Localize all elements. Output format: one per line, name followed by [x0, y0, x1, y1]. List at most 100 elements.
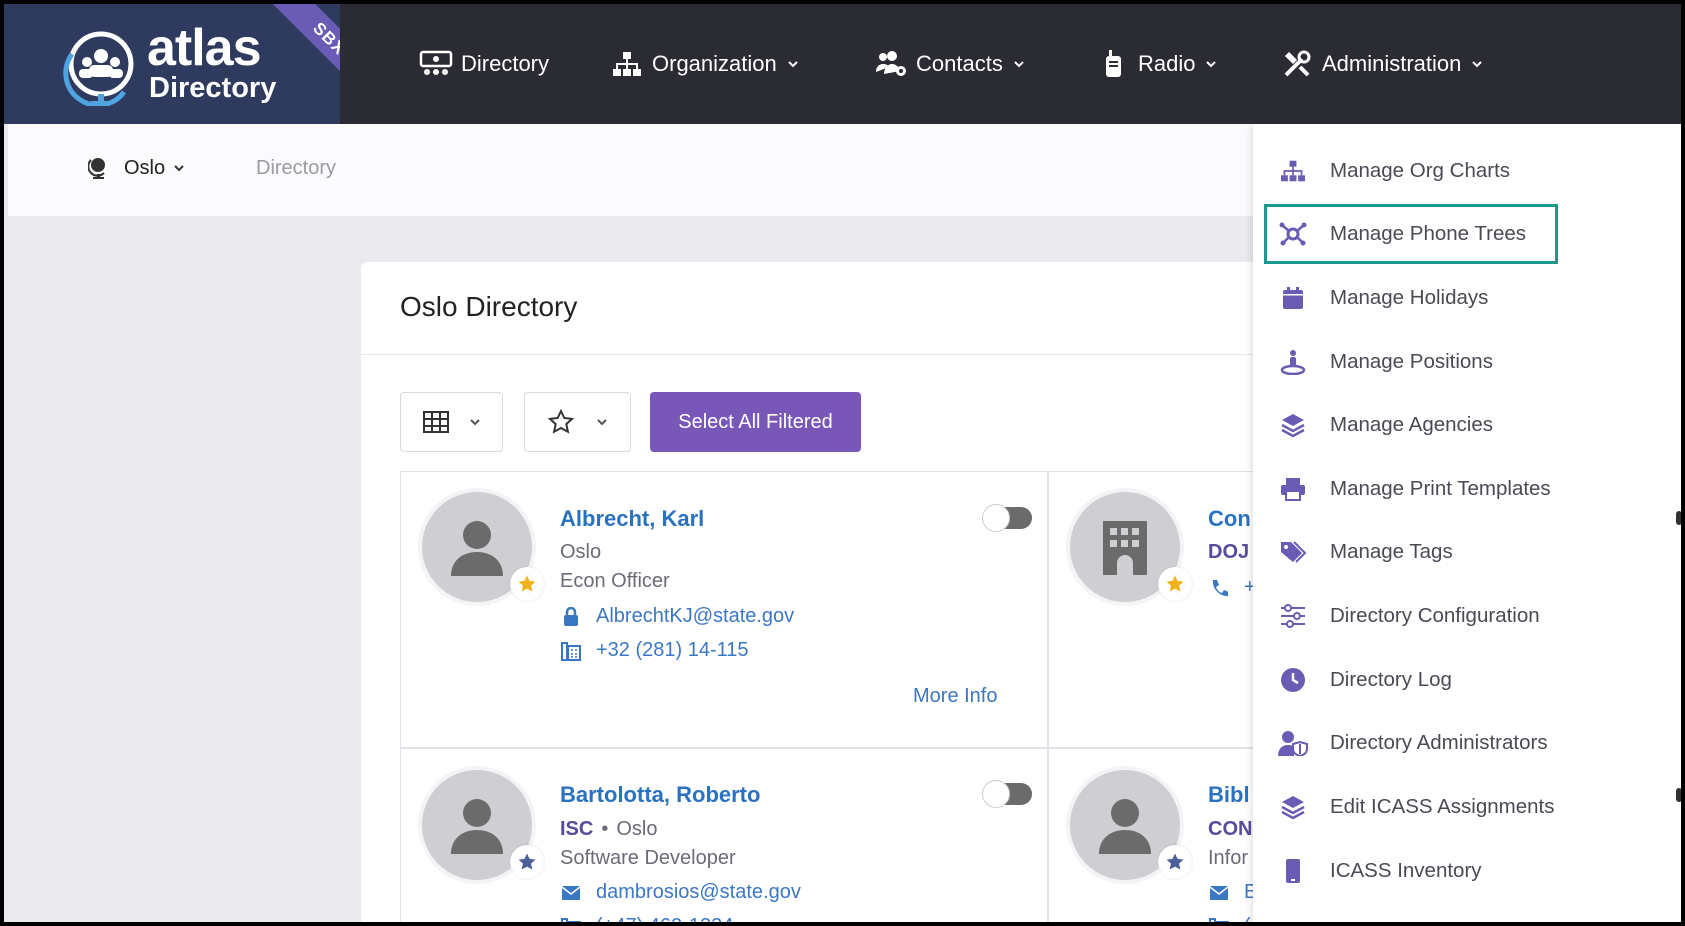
favorite-star-icon[interactable] — [1158, 845, 1192, 879]
fax-phone-icon — [1209, 917, 1229, 922]
app-window: atlas Directory SBX Directory Organizati… — [0, 0, 1685, 926]
top-navbar: atlas Directory SBX Directory Organizati… — [4, 4, 1681, 124]
fax-phone-icon — [561, 917, 581, 922]
favorite-star-icon[interactable] — [510, 845, 544, 879]
more-info-link[interactable]: More Info — [913, 685, 997, 708]
nav-label: Contacts — [916, 51, 1003, 76]
favorite-star-icon[interactable] — [510, 567, 544, 601]
contact-title: Econ Officer — [560, 570, 670, 592]
contact-email-link[interactable]: E — [1208, 881, 1257, 904]
nav-directory[interactable]: Directory — [419, 44, 549, 84]
carousel-next-icon[interactable] — [1676, 788, 1681, 802]
menu-item-label: Manage Positions — [1330, 350, 1493, 373]
nav-label: Directory — [461, 51, 550, 76]
contact-org: CON — [1208, 818, 1253, 840]
select-toggle[interactable] — [982, 504, 1032, 532]
menu-item-manage-positions[interactable]: Manage Positions — [1276, 336, 1493, 388]
envelope-icon — [561, 885, 581, 900]
chevron-down-icon — [1014, 61, 1024, 68]
contact-name[interactable]: Bibl — [1208, 782, 1250, 808]
contact-phone: (+47) 462-1234 — [596, 915, 734, 926]
org-chart-icon — [1281, 160, 1305, 182]
star-outline-icon — [547, 409, 574, 434]
menu-item-label: Manage Org Charts — [1330, 159, 1511, 182]
directory-icon — [419, 49, 453, 79]
contact-title: Software Developer — [560, 847, 736, 869]
menu-item-manage-tags[interactable]: Manage Tags — [1276, 526, 1453, 578]
printer-icon — [1281, 478, 1305, 501]
menu-item-label: Manage Print Templates — [1330, 477, 1551, 500]
brand-subtitle: Directory — [149, 72, 277, 104]
clock-icon — [1281, 668, 1305, 692]
menu-item-label: ICASS Inventory — [1330, 859, 1482, 882]
nav-contacts[interactable]: Contacts — [874, 44, 1025, 84]
nav-administration[interactable]: Administration — [1280, 44, 1483, 84]
menu-item-manage-holidays[interactable]: Manage Holidays — [1276, 272, 1488, 324]
contact-email-link[interactable]: AlbrechtKJ@state.gov — [560, 605, 794, 628]
contact-location: Oslo — [616, 818, 658, 840]
chevron-down-icon — [1206, 61, 1217, 68]
select-toggle[interactable] — [982, 780, 1032, 808]
contact-org-location: ISC • Oslo — [560, 818, 658, 840]
menu-item-label: Directory Configuration — [1330, 604, 1540, 627]
phone-tree-icon — [1279, 222, 1307, 246]
contact-phone-link[interactable]: (+47) 462-1234 — [560, 915, 734, 926]
contact-phone-link[interactable]: +32 (281) 14-115 — [560, 639, 749, 662]
contact-org: ISC — [560, 818, 594, 840]
contact-email-link[interactable]: dambrosios@state.gov — [560, 881, 801, 904]
select-all-filtered-button[interactable]: Select All Filtered — [650, 392, 861, 452]
view-mode-dropdown[interactable] — [400, 392, 503, 452]
chevron-down-icon — [469, 419, 480, 426]
nav-radio[interactable]: Radio — [1096, 44, 1217, 84]
position-icon — [1280, 350, 1306, 375]
contacts-icon — [874, 49, 908, 79]
location-selector[interactable]: Oslo — [88, 156, 185, 180]
toggle-knob — [982, 780, 1010, 808]
envelope-icon — [1209, 885, 1229, 900]
menu-item-manage-phone-trees[interactable]: Manage Phone Trees — [1276, 208, 1526, 260]
user-shield-icon — [1278, 731, 1308, 756]
menu-item-manage-print-templates[interactable]: Manage Print Templates — [1276, 463, 1551, 515]
chevron-down-icon — [788, 61, 798, 68]
menu-item-edit-icass-assignments[interactable]: Edit ICASS Assignments — [1276, 781, 1554, 833]
environment-badge: SBX — [265, 4, 340, 103]
brand-logo-area[interactable]: atlas Directory SBX — [4, 4, 340, 124]
nav-organization[interactable]: Organization — [610, 44, 799, 84]
fax-phone-icon — [561, 641, 581, 661]
brand-name: atlas — [147, 19, 262, 77]
breadcrumb-current: Directory — [256, 157, 337, 179]
contact-name[interactable]: Albrecht, Karl — [560, 506, 704, 532]
toggle-knob — [982, 504, 1010, 532]
org-chart-icon — [610, 49, 644, 79]
contact-email: AlbrechtKJ@state.gov — [596, 605, 795, 627]
menu-item-label: Edit ICASS Assignments — [1330, 795, 1555, 818]
contact-name[interactable]: Con — [1208, 506, 1251, 532]
menu-item-manage-agencies[interactable]: Manage Agencies — [1276, 399, 1493, 451]
radio-icon — [1096, 49, 1130, 79]
user-icon — [1099, 799, 1151, 854]
menu-item-directory-log[interactable]: Directory Log — [1276, 654, 1452, 706]
user-icon — [451, 521, 503, 576]
contact-phone-link[interactable]: + — [1208, 576, 1256, 599]
menu-item-label: Directory Administrators — [1330, 731, 1548, 754]
carousel-next-icon[interactable] — [1676, 511, 1681, 525]
user-icon — [451, 799, 503, 854]
menu-item-icass-inventory[interactable]: ICASS Inventory — [1276, 845, 1482, 897]
menu-item-directory-administrators[interactable]: Directory Administrators — [1276, 717, 1548, 769]
favorites-dropdown[interactable] — [524, 392, 631, 452]
nav-label: Administration — [1322, 51, 1462, 76]
nav-label: Organization — [652, 51, 777, 76]
grid-icon — [422, 411, 449, 433]
chevron-down-icon — [174, 165, 184, 172]
menu-item-manage-org-charts[interactable]: Manage Org Charts — [1276, 145, 1510, 197]
layers-icon — [1281, 414, 1305, 438]
menu-item-directory-configuration[interactable]: Directory Configuration — [1276, 590, 1540, 642]
favorite-star-icon[interactable] — [1158, 567, 1192, 601]
chevron-down-icon — [596, 419, 607, 426]
menu-item-label: Manage Phone Trees — [1330, 222, 1527, 245]
contact-name[interactable]: Bartolotta, Roberto — [560, 782, 760, 808]
sliders-icon — [1281, 604, 1305, 628]
phone-icon — [1212, 579, 1228, 596]
globe-icon — [88, 158, 105, 179]
menu-item-label: Directory Log — [1330, 668, 1452, 691]
